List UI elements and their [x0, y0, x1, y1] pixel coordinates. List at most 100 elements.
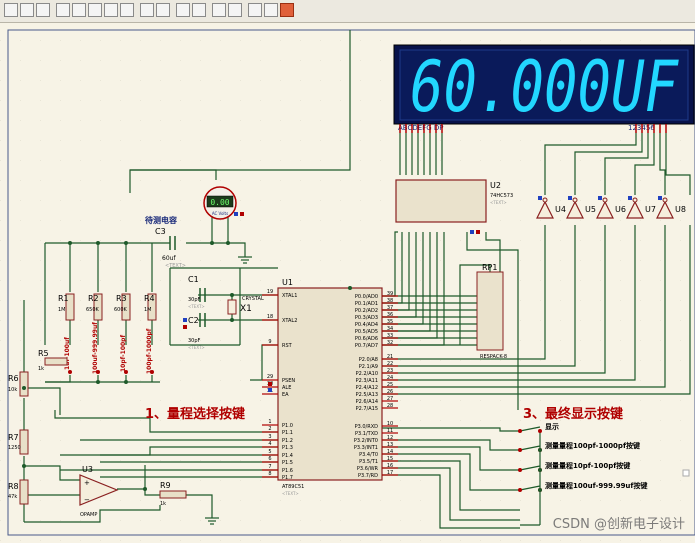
mcu-pin-name: P2.4/A12 [356, 385, 378, 391]
r5-ref: R5 [38, 349, 49, 358]
mcu-pin-number: 2 [268, 426, 271, 432]
mcu-pin-number: 13 [387, 442, 393, 448]
r8-value: 47k [8, 494, 17, 500]
r4-value: 1M [144, 307, 152, 313]
mcu-pin-name: P2.1/A9 [359, 364, 378, 370]
toolbar-button[interactable] [248, 3, 262, 17]
mcu-pin-name: P3.5/T1 [359, 459, 378, 465]
toolbar-button[interactable] [176, 3, 190, 17]
c3-text: <TEXT> [165, 263, 186, 269]
toolbar-button[interactable] [192, 3, 206, 17]
mcu-pin-name: P0.5/AD5 [355, 329, 378, 335]
toolbar-button[interactable] [228, 3, 242, 17]
r6-ref: R6 [8, 374, 19, 383]
inverter-bubble [572, 197, 578, 203]
mcu-pin-number: 22 [387, 361, 393, 367]
rp1-part: RESPACK-8 [480, 354, 507, 360]
mcu-pin-name: P1.7 [282, 475, 293, 481]
mcu-pin-name: P2.6/A14 [356, 399, 378, 405]
mcu-pin-name: P1.0 [282, 423, 293, 429]
r3-ref: R3 [116, 294, 127, 303]
c1-text: <TEXT> [188, 304, 205, 309]
mcu-pin-name: XTAL1 [282, 293, 297, 299]
toolbar-button[interactable] [88, 3, 102, 17]
r6-value: 10k [8, 387, 17, 393]
mcu-pin-name: P1.5 [282, 460, 293, 466]
mcu-pin-number: 11 [387, 428, 393, 434]
range-label-2: 100uf-999.99uf [92, 322, 99, 374]
mcu-pin-name: P1.2 [282, 438, 293, 444]
toolbar-button[interactable] [36, 3, 50, 17]
mcu-pin-number: 35 [387, 319, 393, 325]
toolbar-button[interactable] [104, 3, 118, 17]
mcu-pin-number: 24 [387, 375, 393, 381]
mcu-pin-name: P1.6 [282, 468, 293, 474]
annotation-range-select: 1、量程选择按键 [145, 406, 245, 422]
toolbar-button[interactable] [280, 3, 294, 17]
resistor-r8 [19, 479, 29, 505]
latch-part: 74HC573 [490, 193, 513, 199]
mcu-pin-number: 10 [387, 421, 393, 427]
switch-contact[interactable] [96, 370, 100, 374]
mcu-pin-name: P3.0/RXD [355, 424, 379, 430]
mcu-pin-name: P1.3 [282, 445, 293, 451]
toolbar-button[interactable] [56, 3, 70, 17]
r5-value: 1k [38, 366, 44, 372]
mcu-pin-number: 26 [387, 389, 393, 395]
mcu-pin-number: 33 [387, 333, 393, 339]
c1-value: 30pF [188, 297, 201, 303]
mcu-pin-number: 8 [268, 471, 271, 477]
mcu-pin-name: P0.4/AD4 [355, 322, 378, 328]
toolbar-button[interactable] [264, 3, 278, 17]
range-label-3: 10pf-100pf [120, 335, 127, 372]
latch-ref: U2 [490, 181, 501, 190]
inverter-ref: U5 [585, 205, 596, 214]
mcu-pin-number: 1 [268, 419, 271, 425]
r9-ref: R9 [160, 481, 171, 490]
annotation-final-display: 3、最终显示按键 [523, 406, 623, 422]
mcu-pin-name: P0.6/AD6 [355, 336, 378, 342]
mcu-pin-name: P0.3/AD3 [355, 315, 378, 321]
mcu-pin-name: PSEN [282, 378, 295, 384]
inverter-ref: U7 [645, 205, 656, 214]
voltmeter-reading: 0.00 [210, 198, 229, 207]
seven-segment-display: 60.000UF ABCDEFG DP 123456 [393, 44, 695, 132]
mcu-pin-number: 25 [387, 382, 393, 388]
r7-value: 1250 [8, 445, 21, 451]
resistor-pack-rp1: RP1 RESPACK-8 [476, 263, 507, 360]
toolbar-button[interactable] [4, 3, 18, 17]
mcu-pin-number: 23 [387, 368, 393, 374]
resistor-r6 [19, 371, 29, 397]
toolbar [0, 0, 695, 23]
switch-contact[interactable] [124, 370, 128, 374]
mcu-pin-name: P3.6/WR [357, 466, 379, 472]
toolbar-button[interactable] [120, 3, 134, 17]
mcu-pin-number: 19 [267, 289, 273, 295]
c3-value: 60uf [162, 255, 176, 262]
button-label: 测量量程100uf-999.99uf按键 [545, 481, 647, 490]
inverter-bubble [662, 197, 668, 203]
c2-ref: C2 [188, 316, 199, 325]
mcu-right-pins: 39 P0.0/AD0 38 P0.1/AD1 37 P0.2/AD2 36 P0.3/AD3… [354, 291, 398, 479]
button-contact [518, 488, 522, 492]
toolbar-button[interactable] [20, 3, 34, 17]
toolbar-button[interactable] [156, 3, 170, 17]
mcu-pin-name: P3.3/INT1 [354, 445, 378, 451]
r2-ref: R2 [88, 294, 99, 303]
r3-value: 600K [114, 307, 128, 313]
c2-text: <TEXT> [188, 345, 205, 350]
toolbar-button[interactable] [140, 3, 154, 17]
button-label: 测量量程10pf-100pf按键 [545, 461, 630, 470]
switch-contact[interactable] [68, 370, 72, 374]
switch-contact[interactable] [150, 370, 154, 374]
toolbar-button[interactable] [212, 3, 226, 17]
voltmeter: 0.00 AC Volts [203, 186, 237, 220]
button-label: 显示 [545, 422, 559, 431]
mcu-pin-name: P1.1 [282, 430, 293, 436]
toolbar-button[interactable] [72, 3, 86, 17]
mcu-pin-name: P2.0/A8 [359, 357, 378, 363]
range-label-4: 100pf-1000pf [146, 328, 153, 374]
mcu-ref: U1 [282, 278, 293, 287]
mcu-u1: U1 AT89C51 <TEXT> 19XTAL118XTAL29RST29PS… [262, 278, 398, 496]
opamp-ref: U3 [82, 465, 93, 474]
